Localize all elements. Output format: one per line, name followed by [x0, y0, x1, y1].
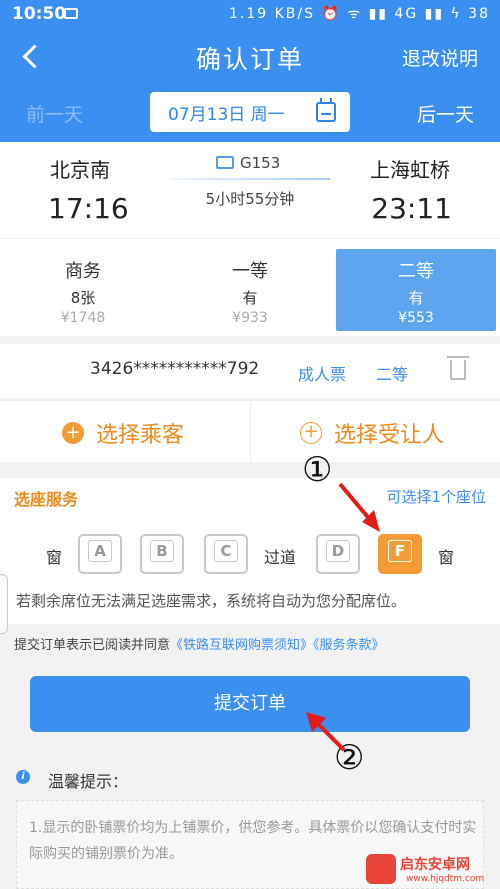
seat-type-price: ¥1748 — [60, 310, 106, 326]
date-picker[interactable]: 07月13日 周一 — [150, 92, 350, 132]
seat-letter: B — [150, 540, 174, 562]
status-time: 10:50 — [12, 4, 67, 24]
seat-type-count: 8张 — [70, 289, 96, 307]
seat-b-button[interactable]: B — [140, 534, 184, 574]
seat-c-button[interactable]: C — [204, 534, 248, 574]
train-number[interactable]: G153 — [216, 154, 280, 172]
message-icon — [64, 8, 78, 19]
seat-letter: D — [326, 540, 350, 562]
date-bar: 前一天 07月13日 周一 后一天 — [0, 86, 500, 142]
choose-row: + 选择乘客 + 选择受让人 — [0, 400, 500, 463]
seat-letter: C — [214, 540, 238, 562]
watermark-name: 启东安卓网 — [400, 857, 470, 873]
seat-d-button[interactable]: D — [316, 534, 360, 574]
side-drawer-handle[interactable] — [0, 574, 8, 634]
train-info-card: 北京南 上海虹桥 G153 5小时55分钟 17:16 23:11 — [0, 142, 500, 238]
seat-letter: F — [388, 540, 412, 562]
plus-circle-outline-icon: + — [300, 422, 322, 444]
watermark-logo-icon — [366, 854, 396, 884]
trash-icon[interactable] — [447, 356, 469, 380]
seat-selection-service: 选座服务 可选择1个座位 窗 A B C 过道 D F 窗 若剩余席位无法满足选… — [0, 478, 500, 624]
agreement-text: 提交订单表示已阅读并同意《铁路互联网购票须知》《服务条款》 — [14, 634, 385, 653]
select-transferee-label: 选择受让人 — [334, 423, 445, 448]
passenger-seat-class[interactable]: 二等 — [376, 361, 408, 385]
ticket-icon — [216, 156, 234, 169]
seat-type-name: 二等 — [398, 261, 434, 282]
departure-time: 17:16 — [48, 192, 129, 225]
agreement-prefix: 提交订单表示已阅读并同意 — [14, 638, 171, 653]
seat-service-hint: 可选择1个座位 — [386, 488, 486, 506]
ticket-type-selector[interactable]: 成人票 — [298, 361, 346, 385]
seat-type-price: ¥933 — [232, 310, 268, 326]
watermark-url: www.hjqdtm.com — [406, 874, 485, 884]
route-arrow-line — [170, 178, 330, 180]
select-passenger-label: 选择乘客 — [96, 423, 185, 448]
train-number-text: G153 — [240, 154, 281, 172]
passenger-row: 3426***********792 成人票 二等 — [0, 344, 500, 398]
date-text: 07月13日 周一 — [168, 105, 285, 125]
seat-letter: A — [88, 540, 112, 562]
select-transferee-button[interactable]: + 选择受让人 — [250, 401, 500, 463]
submit-order-button[interactable]: 提交订单 — [30, 676, 470, 732]
status-bar: 10:50 1.19 KB/S ⏰ ᯤ ▮▮ 4G ▮▮ ϟ 38 — [0, 0, 500, 30]
annotation-number-one: ① — [302, 450, 333, 490]
seat-type-selector: 商务 8张 ¥1748 一等 有 ¥933 二等 有 ¥553 — [0, 238, 500, 336]
calendar-icon — [316, 98, 336, 122]
arrival-time: 23:11 — [371, 192, 452, 225]
next-day-button[interactable]: 后一天 — [417, 100, 474, 127]
seat-service-notice: 若剩余席位无法满足选座需求，系统将自动为您分配席位。 — [16, 592, 407, 610]
status-indicators: 1.19 KB/S ⏰ ᯤ ▮▮ 4G ▮▮ ϟ 38 — [229, 6, 490, 22]
seat-type-name: 一等 — [232, 261, 268, 282]
seat-type-first-class[interactable]: 一等 有 ¥933 — [167, 249, 333, 331]
plus-circle-icon: + — [62, 422, 84, 444]
seat-type-name: 商务 — [65, 261, 101, 282]
refund-policy-link[interactable]: 退改说明 — [402, 44, 478, 71]
seat-f-button[interactable]: F — [378, 534, 422, 574]
seat-service-title: 选座服务 — [14, 490, 79, 509]
window-label-right: 窗 — [438, 548, 455, 567]
prev-day-button[interactable]: 前一天 — [26, 100, 83, 127]
passenger-id: 3426***********792 — [90, 359, 260, 379]
select-passenger-button[interactable]: + 选择乘客 — [0, 401, 250, 463]
window-label-left: 窗 — [46, 548, 63, 567]
seat-type-price: ¥553 — [398, 310, 434, 326]
seat-type-count: 有 — [242, 289, 258, 307]
seat-type-count: 有 — [408, 289, 424, 307]
departure-station: 北京南 — [50, 158, 110, 182]
seat-type-second-class[interactable]: 二等 有 ¥553 — [336, 249, 496, 331]
watermark: 启东安卓网 www.hjqdtm.com — [366, 850, 500, 889]
arrival-station: 上海虹桥 — [370, 158, 450, 182]
tips-title: 温馨提示： — [48, 772, 129, 791]
info-icon: i — [16, 770, 30, 784]
seat-a-button[interactable]: A — [78, 534, 122, 574]
annotation-number-two: ② — [334, 738, 365, 778]
terms-link[interactable]: 《铁路互联网购票须知》《服务条款》 — [170, 638, 385, 653]
seat-type-business[interactable]: 商务 8张 ¥1748 — [0, 249, 166, 331]
title-bar: 确认订单 退改说明 — [0, 30, 500, 86]
aisle-label: 过道 — [264, 548, 297, 567]
